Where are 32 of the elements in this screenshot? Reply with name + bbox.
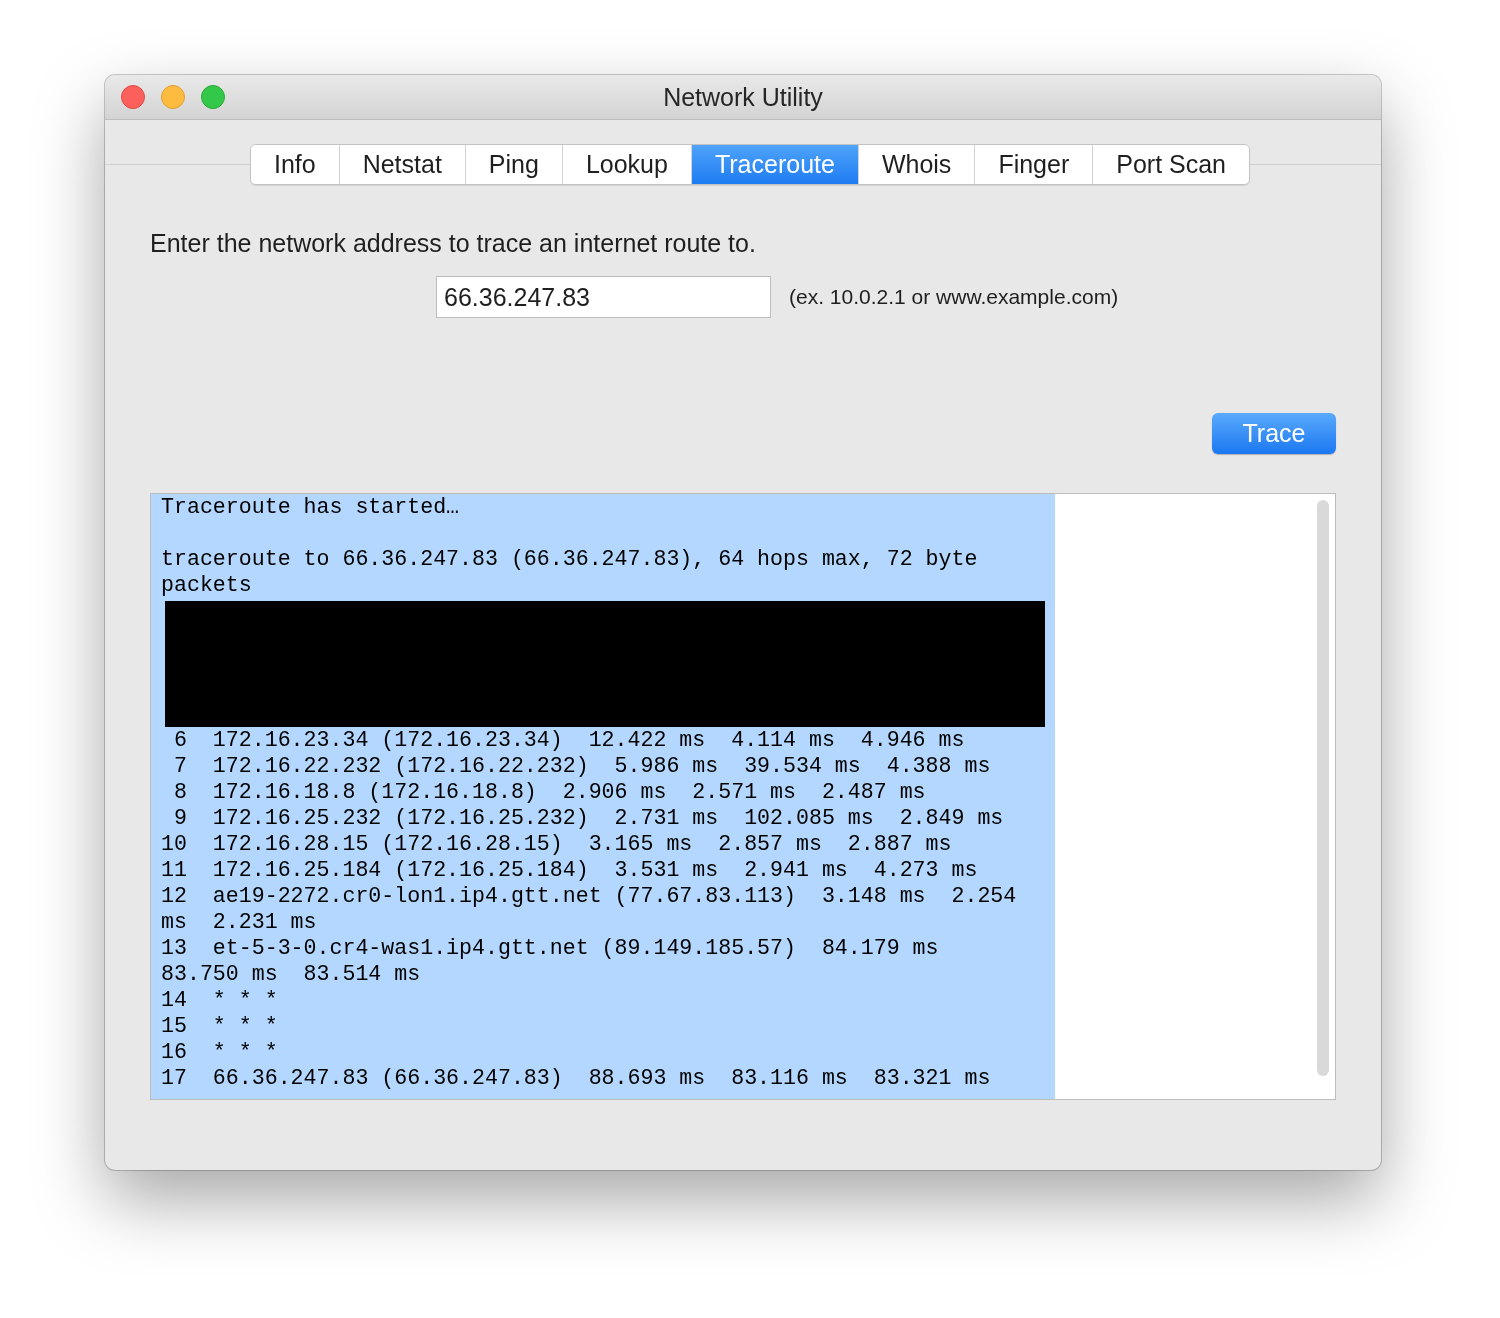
scrollbar[interactable] bbox=[1317, 500, 1329, 1076]
output-line: 15 * * * bbox=[161, 1013, 279, 1039]
output-line: 16 * * * bbox=[161, 1039, 279, 1065]
output-line: 10 172.16.28.15 (172.16.28.15) 3.165 ms 2.857 ms 2.887 ms bbox=[161, 831, 953, 857]
output-line: 6 172.16.23.34 (172.16.23.34) 12.422 ms 4.114 ms 4.946 ms bbox=[172, 727, 966, 753]
address-field[interactable]: 66.36.247.83 bbox=[436, 276, 771, 318]
output-line: 83.750 ms 83.514 ms bbox=[161, 961, 422, 987]
example-hint: (ex. 10.0.2.1 or www.example.com) bbox=[789, 285, 1119, 309]
output-line: 11 172.16.25.184 (172.16.25.184) 3.531 ms 2.941 ms 4.273 ms bbox=[161, 857, 979, 883]
tab[interactable]: Ping bbox=[464, 145, 562, 184]
window-title: Network Utility bbox=[663, 83, 823, 112]
output-line: 12 ae19-2272.cr0-lon1.ip4.gtt.net (77.67.83.113) 3.148 ms 2.254 bbox=[161, 883, 1018, 909]
close-button[interactable] bbox=[121, 85, 145, 109]
tab[interactable]: Finger bbox=[974, 145, 1093, 184]
tab[interactable]: Port Scan bbox=[1092, 145, 1250, 184]
tab[interactable]: Lookup bbox=[561, 145, 691, 184]
instruction-text: Enter the network address to trace an internet route to. bbox=[150, 229, 757, 258]
output-line: Traceroute has started… bbox=[161, 494, 461, 520]
output-line: ms 2.231 ms bbox=[161, 909, 318, 935]
zoom-button[interactable] bbox=[201, 85, 225, 109]
minimize-button[interactable] bbox=[161, 85, 185, 109]
tab[interactable]: Netstat bbox=[338, 145, 465, 184]
output-line: 9 172.16.25.232 (172.16.25.232) 2.731 ms 102.085 ms 2.849 ms bbox=[172, 805, 1005, 831]
output-line: 7 172.16.22.232 (172.16.22.232) 5.986 ms 39.534 ms 4.388 ms bbox=[172, 753, 992, 779]
output-line: 17 66.36.247.83 (66.36.247.83) 88.693 ms 83.116 ms 83.321 ms bbox=[161, 1065, 992, 1091]
tab[interactable]: Info bbox=[250, 145, 339, 184]
output-line: traceroute to 66.36.247.83 (66.36.247.83), 64 hops max, 72 byte bbox=[161, 546, 979, 572]
output-line: 14 * * * bbox=[161, 987, 279, 1013]
output-line: 13 et-5-3-0.cr4-was1.ip4.gtt.net (89.149.185.57) 84.179 ms bbox=[161, 935, 940, 961]
output-line: packets bbox=[161, 572, 253, 598]
tab[interactable]: Whois bbox=[857, 145, 975, 184]
output-line: 8 172.16.18.8 (172.16.18.8) 2.906 ms 2.571 ms 2.487 ms bbox=[172, 779, 927, 805]
